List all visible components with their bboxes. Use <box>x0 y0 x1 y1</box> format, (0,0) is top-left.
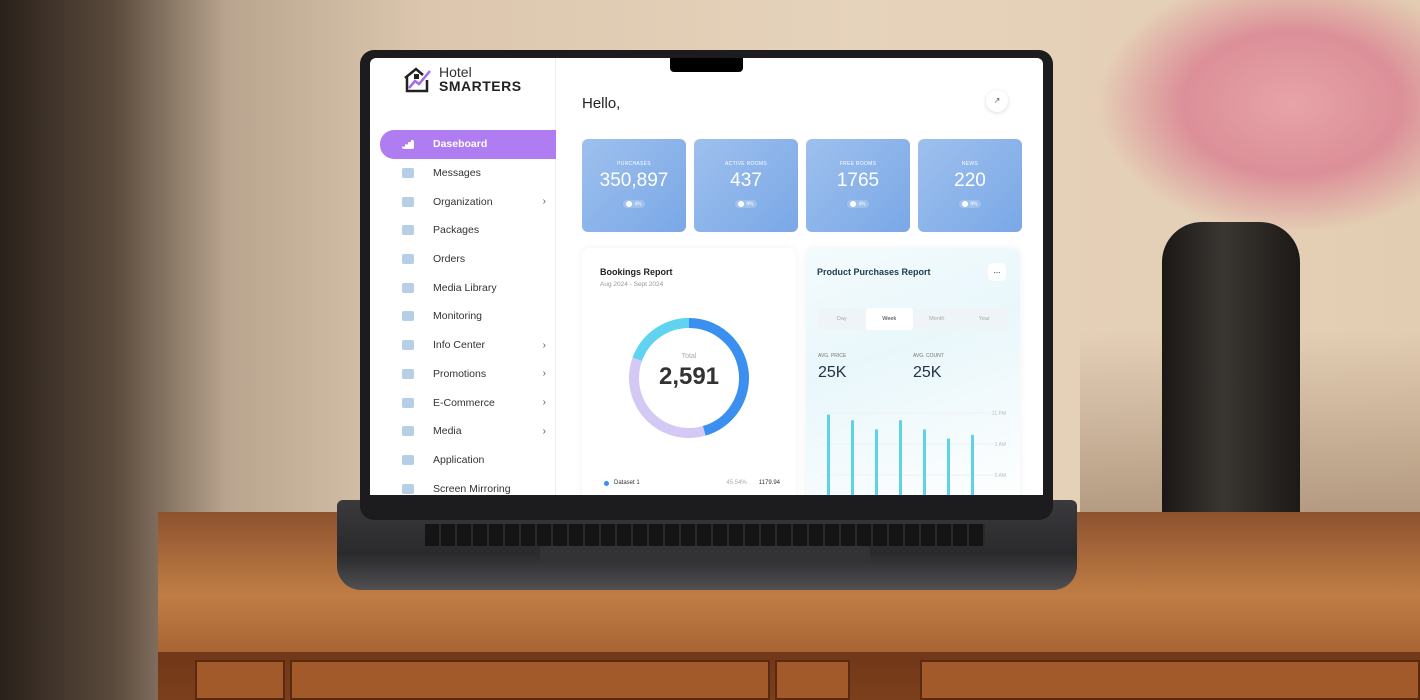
legend-item: Dataset 1 45.54% 1179.94 <box>604 480 780 486</box>
arrow-up-icon <box>962 200 969 207</box>
y-tick-label: 5 AM <box>995 473 1006 479</box>
y-tick-label: 11 PM <box>992 411 1006 417</box>
sidebar-item-media[interactable]: Media › <box>380 417 556 446</box>
bar-6[interactable] <box>947 438 950 495</box>
tag-icon <box>402 397 414 408</box>
clipboard-icon <box>402 254 414 265</box>
bar-chart: 11 PM 1 AM 5 AM <box>821 411 1006 495</box>
bar-3[interactable] <box>875 429 878 495</box>
puzzle-icon <box>402 454 414 465</box>
trend-chart-icon <box>402 311 414 322</box>
sidebar-item-packages[interactable]: Packages <box>380 216 556 245</box>
total-label: Total <box>681 353 697 360</box>
arrow-up-icon <box>626 200 633 207</box>
sidebar-item-application[interactable]: Application <box>380 446 556 475</box>
bar-2[interactable] <box>851 420 854 495</box>
keyboard <box>425 524 985 546</box>
tab-month[interactable]: Month <box>913 308 961 330</box>
sidebar-item-orders[interactable]: Orders <box>380 245 556 274</box>
card-subtitle: Aug 2024 - Sept 2024 <box>600 281 664 288</box>
chevron-right-icon: › <box>542 425 546 437</box>
chevron-right-icon: › <box>542 339 546 351</box>
avg-price: 25K <box>818 364 847 381</box>
card-title: Product Purchases Report <box>817 267 931 277</box>
camera-notch <box>670 58 743 72</box>
bar-4[interactable] <box>899 420 902 495</box>
card-title: Bookings Report <box>600 267 673 277</box>
expand-icon[interactable]: ↗ <box>986 90 1008 112</box>
sidebar-item-promotions[interactable]: Promotions › <box>380 360 556 389</box>
laptop-screen: Hotel SMARTERS Daseboard Messages Organizat… <box>370 58 1043 495</box>
vase <box>1162 222 1300 538</box>
list-icon <box>402 368 414 379</box>
bar-7[interactable] <box>971 434 974 495</box>
stat-card-free-rooms[interactable]: FREE ROOMS 1765 4% <box>806 139 910 232</box>
arrow-up-icon <box>738 200 745 207</box>
sidebar-nav: Daseboard Messages Organization › Packages Or… <box>380 130 556 495</box>
tab-day[interactable]: Day <box>818 308 866 330</box>
change-badge: 9% <box>735 199 757 208</box>
bookings-report-card: Bookings Report Aug 2024 - Sept 2024 Tot… <box>582 248 796 495</box>
legend-dot <box>604 480 609 486</box>
chevron-right-icon: › <box>542 368 546 380</box>
total-value: 2,591 <box>658 363 720 390</box>
mail-icon <box>402 168 414 179</box>
chevron-right-icon: › <box>542 397 546 409</box>
chevron-right-icon: › <box>542 196 546 208</box>
info-icon <box>402 340 414 351</box>
change-badge: 9% <box>959 199 981 208</box>
sidebar-item-monitoring[interactable]: Monitoring <box>380 302 556 331</box>
sidebar-item-organization[interactable]: Organization › <box>380 187 556 216</box>
logo[interactable]: Hotel SMARTERS <box>403 65 522 94</box>
change-badge: 4% <box>847 199 869 208</box>
stat-card-purchases[interactable]: PURCHASES 350,897 4% <box>582 139 686 232</box>
stat-card-news[interactable]: NEWS 220 9% <box>918 139 1022 232</box>
building-icon <box>402 196 414 207</box>
trackpad <box>540 546 870 562</box>
stat-card-active-rooms[interactable]: ACTIVE ROOMS 437 9% <box>694 139 798 232</box>
bar-chart-icon <box>402 139 414 149</box>
bar-5[interactable] <box>923 429 926 495</box>
folder-icon <box>402 426 414 437</box>
mirror-icon <box>402 483 414 494</box>
tab-year[interactable]: Year <box>961 308 1009 330</box>
bar-1[interactable] <box>827 414 830 495</box>
sidebar-item-e-commerce[interactable]: E-Commerce › <box>380 388 556 417</box>
more-button[interactable]: ... <box>988 263 1006 281</box>
house-chart-icon <box>404 66 431 92</box>
image-folder-icon <box>402 282 414 293</box>
change-badge: 4% <box>623 199 645 208</box>
avg-count: 25K <box>913 364 942 381</box>
sidebar-item-daseboard[interactable]: Daseboard <box>380 130 556 159</box>
sidebar-item-screen-mirroring[interactable]: Screen Mirroring <box>380 474 556 495</box>
product-purchases-card: Product Purchases Report ... Day Week Mont… <box>806 248 1020 495</box>
period-tabs: Day Week Month Year <box>818 308 1008 330</box>
y-tick-label: 1 AM <box>995 442 1006 448</box>
sidebar: Hotel SMARTERS Daseboard Messages Organizat… <box>370 58 556 495</box>
greeting: Hello, <box>582 95 621 112</box>
sidebar-item-messages[interactable]: Messages <box>380 159 556 188</box>
arrow-up-icon <box>850 200 857 207</box>
package-icon <box>402 225 414 236</box>
sidebar-item-info-center[interactable]: Info Center › <box>380 331 556 360</box>
tab-week[interactable]: Week <box>865 308 913 330</box>
sidebar-item-media-library[interactable]: Media Library <box>380 273 556 302</box>
pampas-grass <box>1100 0 1420 230</box>
